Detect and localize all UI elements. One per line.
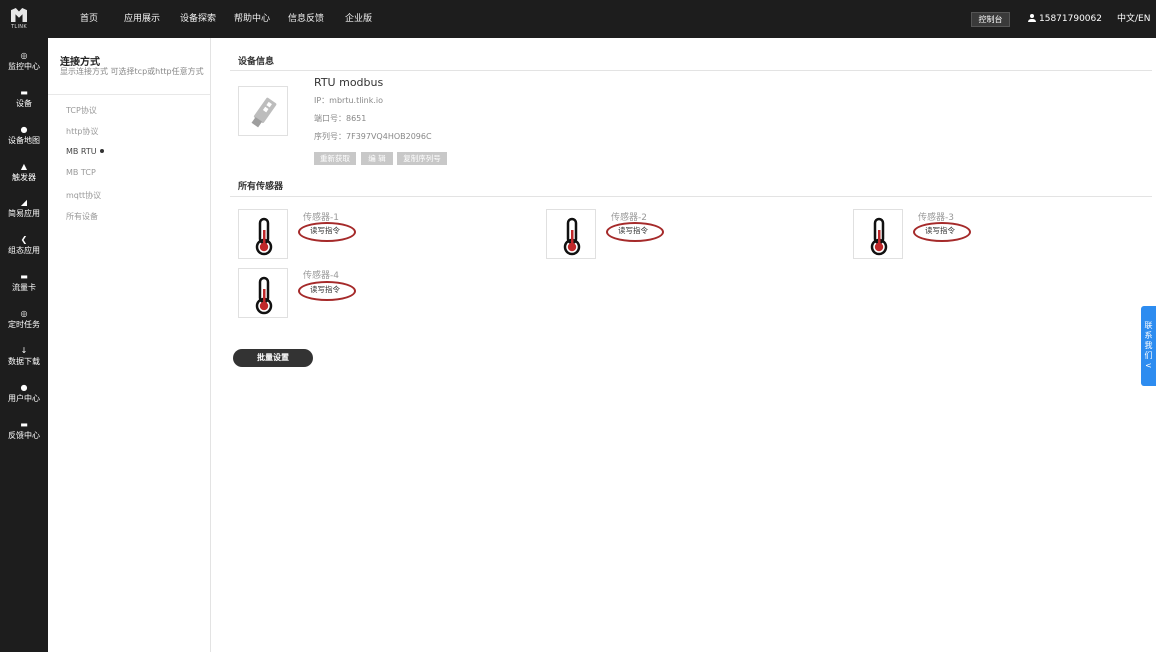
sidebar-item-scheduled-task[interactable]: ◎ 定时任务: [0, 309, 48, 330]
language-switch[interactable]: 中文/EN: [1117, 0, 1150, 38]
connection-subnav: 连接方式 显示连接方式 可选择tcp或http任意方式 TCP协议 http协议…: [48, 38, 211, 652]
device-image: [238, 86, 288, 136]
logo-text: TLINK: [11, 24, 27, 30]
sidebar-item-data-download[interactable]: ↓ 数据下载: [0, 346, 48, 367]
chat-icon: ▬: [20, 420, 28, 429]
logo-icon: [11, 8, 27, 22]
sensors-divider: [230, 196, 1152, 197]
sidebar-item-data-card[interactable]: ▬ 流量卡: [0, 272, 48, 293]
device-info-divider: [230, 70, 1152, 71]
active-dot-icon: [99, 149, 104, 153]
nav-enterprise[interactable]: 企业版: [345, 0, 372, 38]
edit-button[interactable]: 编 辑: [361, 152, 393, 165]
chevron-left-icon: <: [1145, 361, 1152, 370]
nav-home[interactable]: 首页: [80, 0, 98, 38]
protocol-all-devices[interactable]: 所有设备: [66, 211, 98, 222]
nav-device-explore[interactable]: 设备探索: [180, 0, 216, 38]
device-name: RTU modbus: [314, 76, 384, 89]
user-account[interactable]: 15871790062: [1028, 0, 1102, 38]
device-serial: 序列号：7F397VQ4HOB2096C: [314, 132, 432, 141]
subnav-divider: [48, 94, 210, 95]
subnav-description: 显示连接方式 可选择tcp或http任意方式: [60, 67, 204, 76]
nav-help-center[interactable]: 帮助中心: [234, 0, 270, 38]
usb-drive-icon: [251, 97, 277, 128]
protocol-http[interactable]: http协议: [66, 126, 98, 137]
protocol-mb-tcp[interactable]: MB TCP: [66, 168, 96, 177]
thermometer-icon: [870, 217, 888, 256]
refresh-button[interactable]: 重新获取: [314, 152, 356, 165]
thermometer-icon: [255, 276, 273, 315]
share-icon: ❮: [20, 235, 28, 244]
batch-settings-button[interactable]: 批量设置: [233, 349, 313, 367]
sensor-1-image[interactable]: [238, 209, 288, 259]
sidebar-item-config-app[interactable]: ❮ 组态应用: [0, 235, 48, 256]
copy-serial-button[interactable]: 复制序列号: [397, 152, 447, 165]
sidebar-item-device-map[interactable]: ● 设备地图: [0, 125, 48, 146]
sidebar-item-device[interactable]: ▬ 设备: [0, 88, 48, 109]
send-icon: ◢: [20, 198, 28, 207]
top-bar: TLINK 首页 应用展示 设备探索 帮助中心 信息反馈 企业版 控制台 158…: [0, 0, 1156, 38]
console-button[interactable]: 控制台: [971, 12, 1010, 27]
nav-feedback[interactable]: 信息反馈: [288, 0, 324, 38]
sensor-2-command-button[interactable]: 读写指令: [606, 222, 664, 242]
sensor-4-name[interactable]: 传感器-4: [303, 268, 339, 281]
sidebar-item-user-center[interactable]: ● 用户中心: [0, 383, 48, 404]
sidebar-item-trigger[interactable]: ▲ 触发器: [0, 162, 48, 183]
sensor-2-image[interactable]: [546, 209, 596, 259]
sensor-3-command-button[interactable]: 读写指令: [913, 222, 971, 242]
card-icon: ▬: [20, 272, 28, 281]
sensor-1-command-button[interactable]: 读写指令: [298, 222, 356, 242]
protocol-mb-rtu[interactable]: MB RTU: [66, 147, 104, 156]
download-icon: ↓: [20, 346, 28, 355]
sidebar: ◎ 监控中心 ▬ 设备 ● 设备地图 ▲ 触发器 ◢ 简易应用 ❮ 组态应用 ▬…: [0, 38, 48, 652]
trigger-icon: ▲: [20, 162, 28, 171]
sensor-4-image[interactable]: [238, 268, 288, 318]
sensors-title: 所有传感器: [238, 182, 284, 192]
sidebar-item-feedback-center[interactable]: ▬ 反馈中心: [0, 420, 48, 441]
contact-us-tab[interactable]: 联 系 我 们 <: [1141, 306, 1156, 386]
thermometer-icon: [255, 217, 273, 256]
device-port: 端口号：8651: [314, 114, 367, 123]
device-ip: IP：mbrtu.tlink.io: [314, 96, 384, 105]
person-icon: ●: [20, 383, 28, 392]
sensor-4-command-button[interactable]: 读写指令: [298, 281, 356, 301]
sensor-3-image[interactable]: [853, 209, 903, 259]
sidebar-item-simple-app[interactable]: ◢ 简易应用: [0, 198, 48, 219]
user-icon: [1028, 14, 1036, 22]
monitor-icon: ◎: [20, 51, 28, 60]
thermometer-icon: [563, 217, 581, 256]
clock-icon: ◎: [20, 309, 28, 318]
logo[interactable]: TLINK: [0, 0, 38, 38]
device-info-title: 设备信息: [238, 57, 275, 67]
location-icon: ●: [20, 125, 28, 134]
user-phone: 15871790062: [1039, 14, 1102, 24]
protocol-mqtt[interactable]: mqtt协议: [66, 190, 101, 201]
protocol-tcp[interactable]: TCP协议: [66, 105, 97, 116]
sidebar-item-monitor[interactable]: ◎ 监控中心: [0, 51, 48, 72]
device-icon: ▬: [20, 88, 28, 97]
nav-app-showcase[interactable]: 应用展示: [124, 0, 160, 38]
subnav-title: 连接方式: [60, 57, 100, 68]
